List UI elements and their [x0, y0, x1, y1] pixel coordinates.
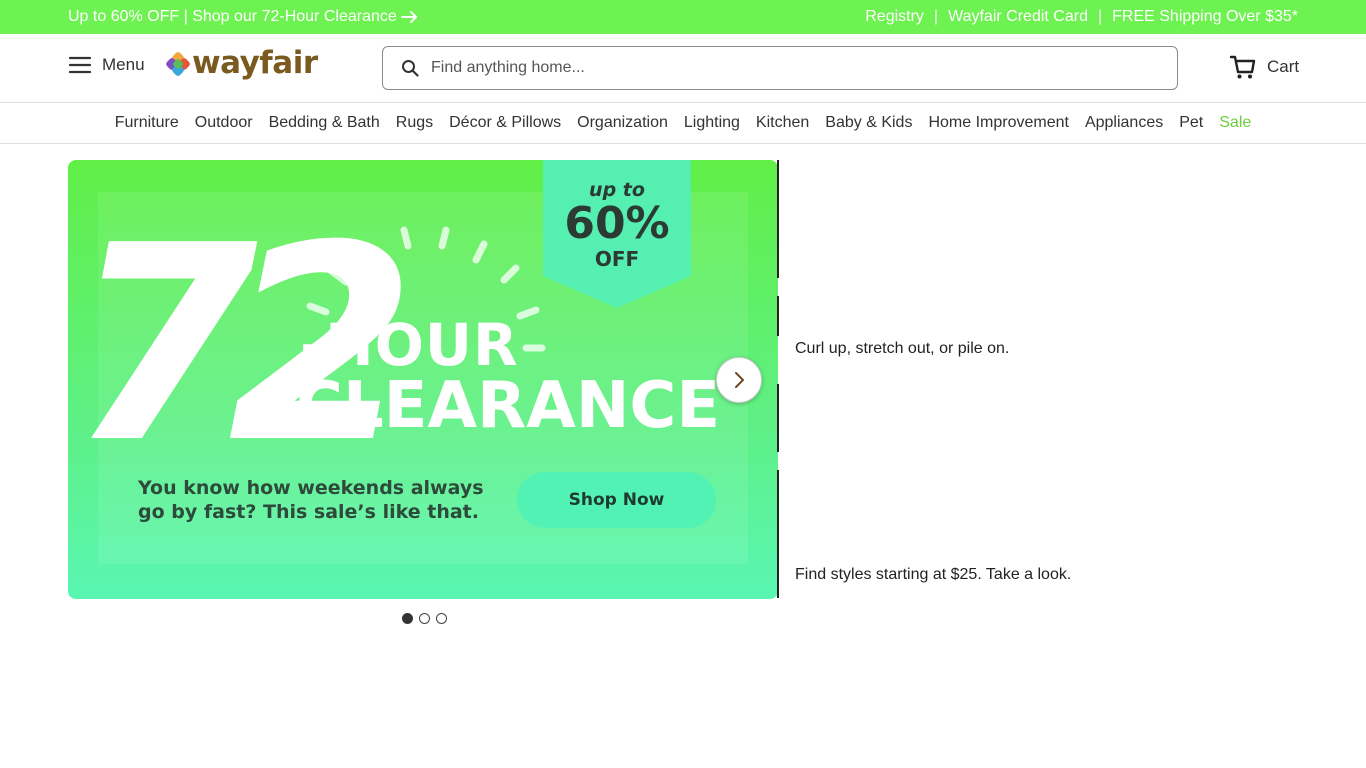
card-edge — [777, 296, 779, 336]
promo-bar: Up to 60% OFF | Shop our 72-Hour Clearan… — [0, 0, 1366, 34]
search-icon — [402, 60, 419, 77]
category-bedding-bath[interactable]: Bedding & Bath — [269, 114, 380, 132]
badge-percent: 60% — [564, 198, 670, 249]
hero-tagline: You know how weekends always go by fast?… — [138, 477, 484, 523]
cart-icon — [1229, 55, 1256, 79]
category-outdoor[interactable]: Outdoor — [195, 114, 253, 132]
registry-link[interactable]: Registry — [865, 8, 924, 26]
hero-badge-text: up to 60% OFF — [543, 160, 691, 270]
carousel-dots — [402, 613, 447, 624]
promo-clearance-text: Up to 60% OFF | Shop our 72-Hour Clearan… — [68, 8, 397, 25]
category-decor-pillows[interactable]: Décor & Pillows — [449, 114, 561, 132]
promo-separator: | — [933, 8, 939, 25]
category-furniture[interactable]: Furniture — [115, 114, 179, 132]
card-edge — [777, 470, 779, 598]
arrow-right-icon — [400, 11, 417, 23]
carousel-dot-2[interactable] — [419, 613, 430, 624]
category-baby-kids[interactable]: Baby & Kids — [825, 114, 912, 132]
free-shipping-link[interactable]: FREE Shipping Over $35* — [1112, 8, 1298, 26]
wayfair-logo-mark-icon — [166, 51, 190, 76]
chevron-right-icon — [735, 372, 744, 388]
promo-links: Registry | Wayfair Credit Card | FREE Sh… — [865, 8, 1298, 26]
category-rugs[interactable]: Rugs — [396, 114, 433, 132]
category-home-improvement[interactable]: Home Improvement — [928, 114, 1069, 132]
hero-hour-text: -HOUR — [300, 311, 519, 379]
category-kitchen[interactable]: Kitchen — [756, 114, 809, 132]
wayfair-wordmark: wayfair — [192, 45, 318, 81]
promo-clearance-link[interactable]: Up to 60% OFF | Shop our 72-Hour Clearan… — [68, 8, 419, 26]
hero-clearance-text: CLEARANCE — [296, 369, 721, 443]
search-input[interactable] — [431, 59, 1131, 77]
category-nav: Furniture Outdoor Bedding & Bath Rugs Dé… — [0, 103, 1366, 144]
shop-now-button[interactable]: Shop Now — [517, 472, 716, 528]
cart-button[interactable]: Cart — [1229, 53, 1299, 81]
hamburger-icon — [68, 56, 92, 74]
category-pet[interactable]: Pet — [1179, 114, 1203, 132]
card-edge — [777, 160, 779, 278]
carousel-next-button[interactable] — [716, 357, 762, 403]
badge-upto: up to — [589, 179, 645, 201]
category-appliances[interactable]: Appliances — [1085, 114, 1163, 132]
carousel-dot-3[interactable] — [436, 613, 447, 624]
category-organization[interactable]: Organization — [577, 114, 668, 132]
category-sale[interactable]: Sale — [1219, 114, 1251, 132]
menu-button[interactable]: Menu — [68, 55, 145, 75]
card-edge — [777, 384, 779, 452]
promo-separator: | — [1097, 8, 1103, 25]
menu-label: Menu — [102, 55, 145, 74]
cart-label: Cart — [1267, 57, 1300, 76]
wayfair-logo[interactable]: wayfair — [166, 48, 318, 79]
badge-off: OFF — [594, 247, 640, 271]
credit-card-link[interactable]: Wayfair Credit Card — [948, 8, 1088, 26]
carousel-dot-1[interactable] — [402, 613, 413, 624]
hero-banner[interactable]: 72 -HOUR CLEARANCE up to 60% OFF You kno… — [68, 160, 778, 599]
site-header: Menu wayfair Cart — [0, 34, 1366, 103]
side-card-text-1[interactable]: Curl up, stretch out, or pile on. — [795, 340, 1009, 358]
search-bar[interactable] — [382, 46, 1178, 90]
category-lighting[interactable]: Lighting — [684, 114, 740, 132]
side-card-text-2[interactable]: Find styles starting at $25. Take a look… — [795, 566, 1071, 584]
